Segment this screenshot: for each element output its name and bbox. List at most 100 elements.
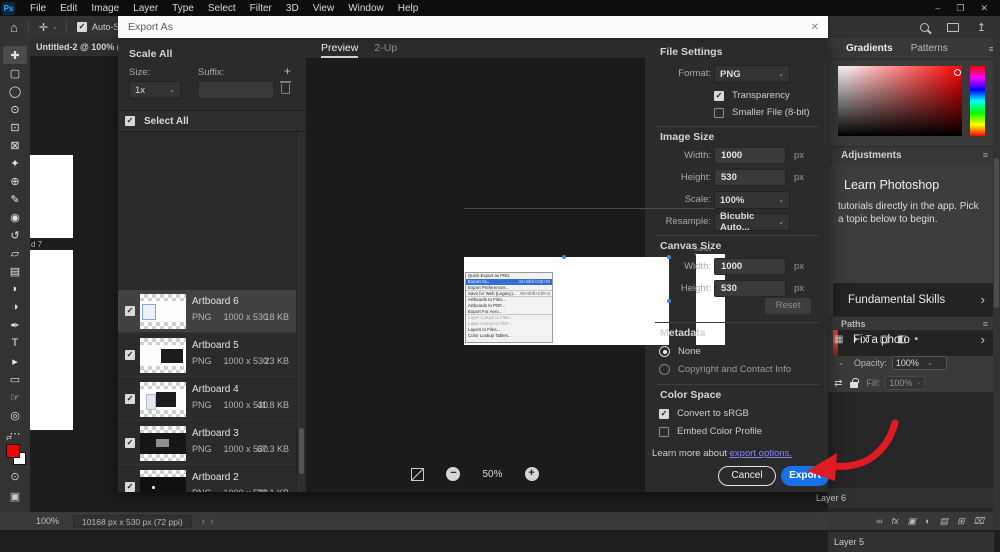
fill-value[interactable]: 100%⌄: [885, 376, 925, 390]
artboard-checkbox[interactable]: ✓: [125, 394, 135, 404]
lasso-tool-icon[interactable]: ◯: [3, 82, 27, 100]
format-dropdown[interactable]: PNG⌄: [714, 65, 790, 83]
clone-stamp-tool-icon[interactable]: ◉: [3, 208, 27, 226]
adjustments-panel-header[interactable]: Adjustments ≡: [828, 146, 994, 163]
foreground-color-swatch[interactable]: [6, 444, 20, 458]
none-radio[interactable]: [659, 346, 670, 357]
convert-srgb-checkbox[interactable]: ✓: [659, 409, 669, 419]
menu-item[interactable]: Filter: [243, 3, 279, 14]
filter-adjustment-layers-icon[interactable]: ◑: [851, 334, 857, 345]
artboard-checkbox[interactable]: ✓: [125, 438, 135, 448]
menu-item[interactable]: Help: [391, 3, 426, 14]
close-icon[interactable]: ✕: [980, 3, 988, 14]
status-zoom-level[interactable]: 100%: [36, 516, 59, 526]
add-scale-button[interactable]: +: [284, 64, 291, 78]
status-nav-arrows[interactable]: ›‹: [202, 516, 220, 526]
move-tool-icon[interactable]: ✚: [3, 46, 27, 64]
delete-layer-icon[interactable]: ⌧: [974, 516, 984, 527]
canvas-height-input[interactable]: 530: [714, 280, 786, 297]
scale-dropdown[interactable]: 100%⌄: [714, 191, 790, 209]
tab-gradients[interactable]: Gradients: [846, 43, 893, 54]
smaller-file-row[interactable]: Smaller File (8-bit): [714, 107, 810, 118]
menu-item[interactable]: Image: [84, 3, 126, 14]
blur-tool-icon[interactable]: ◗: [3, 280, 27, 298]
smaller-file-checkbox[interactable]: [714, 108, 724, 118]
color-picker-field[interactable]: [838, 66, 962, 136]
scrollbar-thumb[interactable]: [994, 158, 999, 308]
select-all-checkbox[interactable]: ✓: [125, 116, 135, 126]
preview-tab[interactable]: Preview: [321, 42, 358, 58]
menu-item[interactable]: Layer: [126, 3, 165, 14]
panel-menu-icon[interactable]: ≡: [983, 150, 988, 160]
opacity-value[interactable]: 100%⌄: [892, 356, 947, 370]
transparency-row[interactable]: ✓ Transparency: [714, 90, 790, 101]
type-tool-icon[interactable]: T: [3, 334, 27, 352]
document-tab[interactable]: Untitled-2 @ 100% (Art: [30, 38, 118, 56]
export-button[interactable]: Export: [781, 466, 829, 486]
filter-dot-icon[interactable]: •: [915, 334, 919, 345]
history-brush-tool-icon[interactable]: ↺: [3, 226, 27, 244]
slice-tool-icon[interactable]: ⊠: [3, 136, 27, 154]
size-dropdown[interactable]: 1x⌄: [129, 81, 181, 99]
filter-shape-layers-icon[interactable]: ▢: [880, 334, 889, 345]
rectangle-tool-icon[interactable]: ▭: [3, 370, 27, 388]
layer-effects-icon[interactable]: fx: [892, 516, 899, 526]
dodge-tool-icon[interactable]: ◑: [3, 298, 27, 316]
workspace-layout-icon[interactable]: [947, 23, 959, 32]
export-options-link[interactable]: export options.: [730, 448, 792, 459]
pen-tool-icon[interactable]: ✒: [3, 316, 27, 334]
metadata-none-row[interactable]: None: [659, 346, 701, 357]
layer-row[interactable]: Layer 6: [828, 488, 994, 508]
resample-dropdown[interactable]: Bicubic Auto...⌄: [714, 213, 790, 231]
menu-item[interactable]: Edit: [53, 3, 84, 14]
auto-select-checkbox[interactable]: ✓: [77, 22, 87, 32]
marquee-tool-icon[interactable]: ▢: [3, 64, 27, 82]
image-height-input[interactable]: 530: [714, 169, 786, 186]
menu-item[interactable]: 3D: [279, 3, 306, 14]
menu-item[interactable]: Window: [341, 3, 391, 14]
dialog-close-icon[interactable]: ✕: [811, 22, 819, 33]
menu-item[interactable]: View: [306, 3, 342, 14]
artboard-checkbox[interactable]: ✓: [125, 350, 135, 360]
gradient-tool-icon[interactable]: ▤: [3, 262, 27, 280]
zoom-tool-icon[interactable]: ◎: [3, 406, 27, 424]
move-tool-preset-icon[interactable]: ✛: [29, 21, 52, 34]
artboard-checkbox[interactable]: ✓: [125, 482, 135, 492]
artboard-row[interactable]: ✓ Artboard 2 PNG1000 x 530 37.1 KB: [118, 466, 296, 492]
canvas-width-input[interactable]: 1000: [714, 258, 786, 275]
adjustment-layer-icon[interactable]: ◐: [925, 516, 930, 526]
restore-icon[interactable]: ❐: [956, 3, 964, 14]
quick-selection-tool-icon[interactable]: ⊙: [3, 100, 27, 118]
zoom-out-button[interactable]: −: [446, 467, 460, 481]
eyedropper-tool-icon[interactable]: ✦: [3, 154, 27, 172]
blend-mode-chevron-icon[interactable]: ⌄: [838, 359, 844, 367]
select-all-row[interactable]: ✓ Select All: [118, 110, 305, 132]
panel-scrollbar[interactable]: [993, 38, 1000, 530]
lock-transparent-pixels-icon[interactable]: ⇄: [834, 378, 842, 389]
home-icon[interactable]: ⌂: [0, 20, 28, 35]
chevron-down-icon[interactable]: ⌄: [52, 23, 66, 31]
reset-button[interactable]: Reset: [765, 298, 811, 314]
artboard-list-scrollbar[interactable]: [296, 132, 305, 492]
path-select-tool-icon[interactable]: ▸: [3, 352, 27, 370]
layer-row[interactable]: Layer 5: [828, 532, 994, 552]
filter-pixel-layers-icon[interactable]: ▦: [834, 334, 843, 345]
embed-profile-row[interactable]: Embed Color Profile: [659, 426, 762, 437]
layer-mask-icon[interactable]: ▣: [908, 516, 917, 527]
new-layer-icon[interactable]: ⊞: [957, 516, 965, 527]
suffix-input[interactable]: [198, 81, 274, 99]
artboard-row[interactable]: ✓ Artboard 6 PNG1000 x 530 18 KB: [118, 290, 296, 333]
eraser-tool-icon[interactable]: ▱: [3, 244, 27, 262]
image-width-input[interactable]: 1000: [714, 147, 786, 164]
cancel-button[interactable]: Cancel: [718, 466, 776, 486]
search-icon[interactable]: [920, 23, 929, 32]
color-picker-cursor[interactable]: [954, 69, 961, 76]
zoom-in-button[interactable]: +: [525, 467, 539, 481]
minimize-icon[interactable]: –: [935, 3, 940, 14]
preview-zoom-value[interactable]: 50%: [482, 469, 502, 480]
artboard-row[interactable]: ✓ Artboard 4 PNG1000 x 530 41.8 KB: [118, 378, 296, 421]
share-icon[interactable]: ↥: [977, 21, 986, 34]
screen-mode-icon[interactable]: ▣: [0, 490, 30, 503]
layer-group-icon[interactable]: ▤: [940, 516, 949, 527]
healing-brush-tool-icon[interactable]: ⊕: [3, 172, 27, 190]
